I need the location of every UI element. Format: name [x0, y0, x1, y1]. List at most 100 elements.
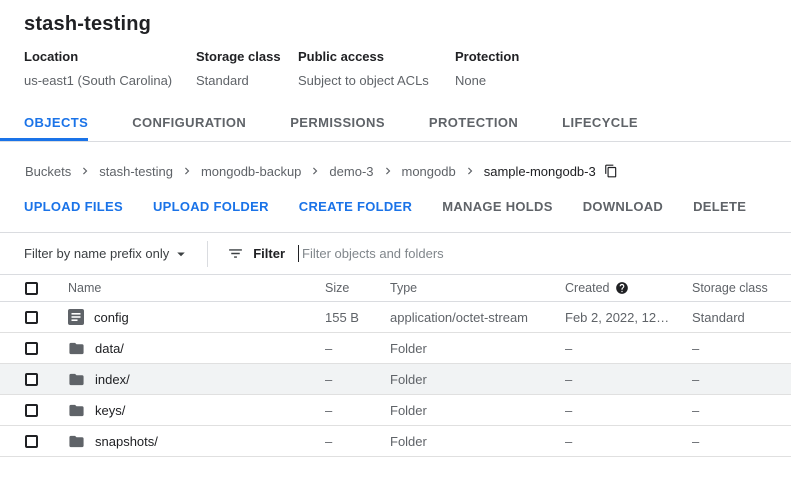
meta-label: Location	[24, 49, 196, 64]
table-row-data[interactable]: data/ – Folder – –	[0, 333, 791, 364]
breadcrumb-item-current: sample-mongodb-3	[484, 164, 596, 179]
vertical-divider	[207, 241, 208, 267]
created-cell: Feb 2, 2022, 12…	[565, 310, 692, 325]
header-checkbox-cell	[0, 282, 68, 295]
name-cell: snapshots/	[68, 433, 325, 450]
name-cell: index/	[68, 371, 325, 388]
breadcrumb-item-folder[interactable]: mongodb	[402, 164, 456, 179]
folder-link[interactable]: data/	[95, 341, 124, 356]
tab-configuration[interactable]: CONFIGURATION	[132, 108, 246, 141]
manage-holds-button[interactable]: MANAGE HOLDS	[442, 199, 553, 214]
bucket-meta: Location us-east1 (South Carolina) Stora…	[0, 36, 791, 88]
type-cell: Folder	[390, 341, 565, 356]
meta-location: Location us-east1 (South Carolina)	[24, 49, 196, 88]
folder-link[interactable]: snapshots/	[95, 434, 158, 449]
table-row-snapshots[interactable]: snapshots/ – Folder – –	[0, 426, 791, 457]
object-toolbar: UPLOAD FILES UPLOAD FOLDER CREATE FOLDER…	[0, 199, 791, 214]
folder-icon	[68, 340, 85, 357]
content-copy-icon[interactable]	[604, 164, 618, 178]
filter-scope-label: Filter by name prefix only	[24, 246, 169, 261]
row-checkbox[interactable]	[25, 342, 38, 355]
objects-table: Name Size Type Created Storage class con…	[0, 274, 791, 457]
name-cell: keys/	[68, 402, 325, 419]
filter-input[interactable]	[299, 246, 639, 261]
breadcrumb-item-folder[interactable]: demo-3	[329, 164, 373, 179]
meta-value: Standard	[196, 73, 298, 88]
meta-label: Storage class	[196, 49, 298, 64]
tab-lifecycle[interactable]: LIFECYCLE	[562, 108, 638, 141]
row-checkbox-cell	[0, 404, 68, 417]
storage-class-cell: –	[692, 341, 791, 356]
download-button[interactable]: DOWNLOAD	[583, 199, 663, 214]
tab-protection[interactable]: PROTECTION	[429, 108, 518, 141]
object-link[interactable]: config	[94, 310, 129, 325]
meta-storage-class: Storage class Standard	[196, 49, 298, 88]
meta-label: Protection	[455, 49, 519, 64]
select-all-checkbox[interactable]	[25, 282, 38, 295]
tab-bar: OBJECTS CONFIGURATION PERMISSIONS PROTEC…	[0, 108, 791, 142]
column-header-storage-class: Storage class	[692, 281, 791, 295]
folder-icon	[68, 371, 85, 388]
column-header-name: Name	[68, 281, 325, 295]
created-cell: –	[565, 341, 692, 356]
storage-class-cell: –	[692, 372, 791, 387]
row-checkbox[interactable]	[25, 373, 38, 386]
column-header-size: Size	[325, 281, 390, 295]
breadcrumb-item-bucket[interactable]: stash-testing	[99, 164, 173, 179]
table-row-config[interactable]: config 155 B application/octet-stream Fe…	[0, 302, 791, 333]
breadcrumb-item-buckets[interactable]: Buckets	[25, 164, 71, 179]
meta-value: us-east1 (South Carolina)	[24, 73, 196, 88]
file-object-icon	[68, 309, 84, 325]
size-cell: –	[325, 372, 390, 387]
upload-files-button[interactable]: UPLOAD FILES	[24, 199, 123, 214]
size-cell: –	[325, 403, 390, 418]
bucket-details-page: stash-testing Location us-east1 (South C…	[0, 0, 791, 493]
column-header-type: Type	[390, 281, 565, 295]
row-checkbox[interactable]	[25, 435, 38, 448]
created-cell: –	[565, 403, 692, 418]
chevron-right-icon	[381, 164, 395, 178]
meta-value: None	[455, 73, 519, 88]
created-cell: –	[565, 434, 692, 449]
size-cell: –	[325, 434, 390, 449]
chevron-right-icon	[463, 164, 477, 178]
type-cell: application/octet-stream	[390, 310, 565, 325]
column-header-created: Created	[565, 281, 692, 295]
meta-label: Public access	[298, 49, 455, 64]
table-row-index[interactable]: index/ – Folder – –	[0, 364, 791, 395]
table-row-keys[interactable]: keys/ – Folder – –	[0, 395, 791, 426]
type-cell: Folder	[390, 434, 565, 449]
help-icon[interactable]	[615, 281, 629, 295]
folder-icon	[68, 433, 85, 450]
column-header-created-label: Created	[565, 281, 609, 295]
row-checkbox-cell	[0, 311, 68, 324]
upload-folder-button[interactable]: UPLOAD FOLDER	[153, 199, 269, 214]
name-cell: data/	[68, 340, 325, 357]
name-cell: config	[68, 309, 325, 325]
storage-class-cell: –	[692, 403, 791, 418]
delete-button[interactable]: DELETE	[693, 199, 746, 214]
tab-permissions[interactable]: PERMISSIONS	[290, 108, 385, 141]
storage-class-cell: Standard	[692, 310, 791, 325]
type-cell: Folder	[390, 403, 565, 418]
row-checkbox[interactable]	[25, 404, 38, 417]
chevron-right-icon	[78, 164, 92, 178]
row-checkbox[interactable]	[25, 311, 38, 324]
meta-public-access: Public access Subject to object ACLs	[298, 49, 455, 88]
tab-objects[interactable]: OBJECTS	[0, 108, 88, 141]
meta-value: Subject to object ACLs	[298, 73, 455, 88]
size-cell: 155 B	[325, 310, 390, 325]
folder-link[interactable]: index/	[95, 372, 130, 387]
create-folder-button[interactable]: CREATE FOLDER	[299, 199, 412, 214]
folder-link[interactable]: keys/	[95, 403, 125, 418]
arrow-drop-down-icon	[172, 245, 190, 263]
breadcrumb-item-folder[interactable]: mongodb-backup	[201, 164, 301, 179]
type-cell: Folder	[390, 372, 565, 387]
table-header-row: Name Size Type Created Storage class	[0, 275, 791, 302]
chevron-right-icon	[308, 164, 322, 178]
filter-scope-dropdown[interactable]: Filter by name prefix only	[24, 245, 190, 263]
size-cell: –	[325, 341, 390, 356]
breadcrumb: Buckets stash-testing mongodb-backup dem…	[0, 162, 791, 180]
chevron-right-icon	[180, 164, 194, 178]
row-checkbox-cell	[0, 435, 68, 448]
